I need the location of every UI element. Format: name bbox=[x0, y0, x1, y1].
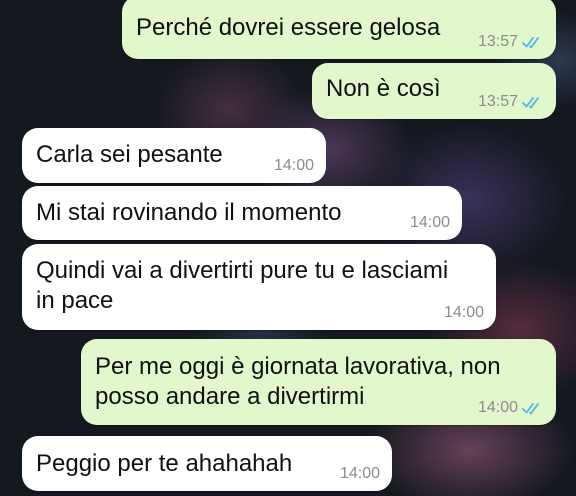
message-time: 13:57 bbox=[477, 33, 518, 50]
message-text: posso andare a divertirmi bbox=[95, 383, 365, 410]
message-time: 14:00 bbox=[409, 214, 450, 231]
message-bubble-outgoing[interactable]: Per me oggi è giornata lavorativa, non p… bbox=[81, 339, 556, 425]
message-time: 14:00 bbox=[443, 304, 484, 321]
message-text: Mi stai rovinando il momento bbox=[36, 199, 342, 226]
message-bubble-incoming[interactable]: Quindi vai a divertirti pure tu e lascia… bbox=[22, 244, 496, 330]
message-text: Perché dovrei essere gelosa bbox=[136, 14, 441, 41]
message-meta: 14:00 bbox=[274, 157, 314, 175]
message-bubble-incoming[interactable]: Mi stai rovinando il momento 14:00 bbox=[22, 186, 462, 240]
message-time: 14:00 bbox=[477, 399, 518, 416]
message-meta: 14:00 bbox=[478, 399, 544, 417]
message-meta: 14:00 bbox=[340, 465, 380, 483]
message-text: Per me oggi è giornata lavorativa, non bbox=[95, 353, 501, 380]
message-text: in pace bbox=[36, 287, 114, 314]
message-meta: 13:57 bbox=[478, 33, 544, 51]
message-bubble-incoming[interactable]: Carla sei pesante 14:00 bbox=[22, 128, 326, 183]
message-bubble-outgoing[interactable]: Perché dovrei essere gelosa 13:57 bbox=[122, 0, 556, 59]
chat-area: Perché dovrei essere gelosa 13:57 Non è … bbox=[0, 0, 576, 496]
message-bubble-incoming[interactable]: Peggio per te ahahahah 14:00 bbox=[22, 436, 392, 491]
double-check-icon bbox=[522, 37, 539, 49]
message-meta: 14:00 bbox=[410, 214, 450, 232]
message-text: Non è così bbox=[326, 75, 441, 102]
message-text: Quindi vai a divertirti pure tu e lascia… bbox=[36, 257, 449, 284]
double-check-icon bbox=[522, 97, 539, 109]
message-time: 14:00 bbox=[273, 157, 314, 174]
message-bubble-outgoing[interactable]: Non è così 13:57 bbox=[312, 63, 556, 119]
message-time: 13:57 bbox=[477, 93, 518, 110]
message-meta: 14:00 bbox=[444, 304, 484, 322]
double-check-icon bbox=[522, 403, 539, 415]
message-time: 14:00 bbox=[339, 465, 380, 482]
message-text: Peggio per te ahahahah bbox=[36, 450, 293, 477]
message-meta: 13:57 bbox=[478, 93, 544, 111]
message-text: Carla sei pesante bbox=[36, 141, 223, 168]
